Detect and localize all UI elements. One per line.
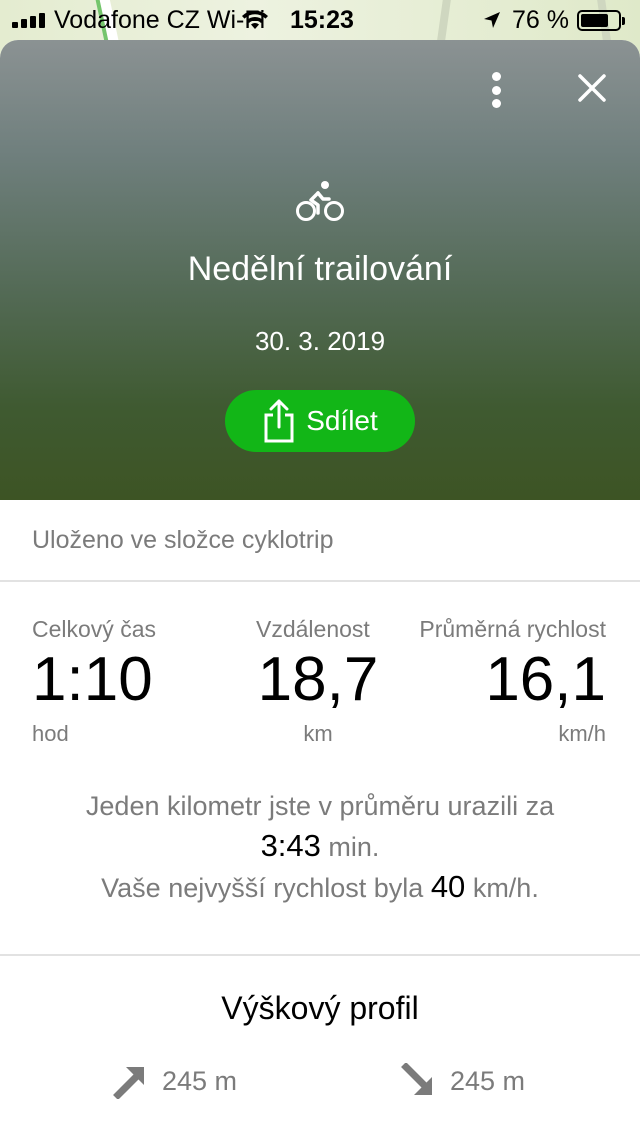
- activity-title: Nedělní trailování: [187, 250, 453, 288]
- stat-unit: km/h: [558, 721, 606, 746]
- stats-section: Celkový čas 1:10 hod Vzdálenost 18,7 km …: [0, 582, 640, 752]
- activity-header: Nedělní trailování 30. 3. 2019 Sdílet: [0, 40, 640, 500]
- folder-text: Uloženo ve složce cyklotrip: [32, 525, 334, 554]
- max-speed-value: 40: [430, 869, 466, 904]
- status-bar: Vodafone CZ Wi-Fi 15:23 76 %: [0, 0, 640, 40]
- pace-summary: Jeden kilometr jste v průměru urazili za…: [0, 752, 640, 956]
- stat-total-time: Celkový čas 1:10 hod: [32, 616, 156, 747]
- carrier-name: Vodafone CZ Wi-Fi: [54, 6, 266, 34]
- stat-value: 18,7: [257, 645, 379, 714]
- max-speed-unit: km/h.: [472, 873, 539, 903]
- more-options-icon[interactable]: [484, 72, 508, 108]
- stat-value: 16,1: [485, 645, 606, 714]
- descent-value: 245 m: [450, 1065, 526, 1096]
- descent-arrow-icon: [401, 1063, 432, 1095]
- stat-unit: hod: [32, 721, 69, 746]
- wifi-icon: [242, 10, 268, 29]
- battery-percent: 76 %: [512, 6, 569, 34]
- cellular-signal-icon: [12, 12, 45, 28]
- ascent-arrow-icon: [113, 1067, 144, 1099]
- stat-label: Průměrná rychlost: [419, 616, 606, 642]
- share-label: Sdílet: [306, 405, 378, 436]
- summary-line-1: Jeden kilometr jste v průměru urazili za: [85, 791, 555, 821]
- ascent-value: 245 m: [162, 1065, 238, 1096]
- max-speed-prefix: Vaše nejvyšší rychlost byla: [101, 873, 424, 903]
- activity-detail-sheet: Nedělní trailování 30. 3. 2019 Sdílet Ul…: [0, 40, 640, 1136]
- elevation-profile-title: Výškový profil: [221, 990, 419, 1026]
- stat-unit: km: [303, 721, 333, 746]
- summary-line-3: Vaše nejvyšší rychlost byla 40 km/h.: [0, 867, 640, 908]
- battery-icon: [577, 10, 625, 31]
- elevation-summary: 245 m 245 m: [0, 1027, 640, 1117]
- ascent-item: 245 m: [112, 1063, 237, 1099]
- stat-label: Celkový čas: [32, 616, 156, 642]
- pace-value: 3:43: [260, 828, 321, 863]
- close-icon[interactable]: [576, 72, 608, 104]
- share-icon: [264, 399, 294, 443]
- descent-item: 245 m: [400, 1063, 525, 1099]
- folder-info-row[interactable]: Uloženo ve složce cyklotrip: [0, 500, 640, 582]
- pace-unit: min.: [328, 832, 380, 862]
- activity-date: 30. 3. 2019: [254, 326, 386, 356]
- clock: 15:23: [290, 6, 354, 34]
- location-arrow-icon: [484, 12, 500, 28]
- bicycle-icon: [296, 181, 344, 221]
- stat-label: Vzdálenost: [256, 616, 370, 642]
- stat-value: 1:10: [32, 645, 153, 714]
- stat-average-speed: Průměrná rychlost 16,1 km/h: [419, 616, 606, 747]
- summary-line-2: 3:43 min.: [0, 826, 640, 867]
- share-button[interactable]: Sdílet: [225, 390, 415, 452]
- stat-distance: Vzdálenost 18,7 km: [256, 616, 380, 747]
